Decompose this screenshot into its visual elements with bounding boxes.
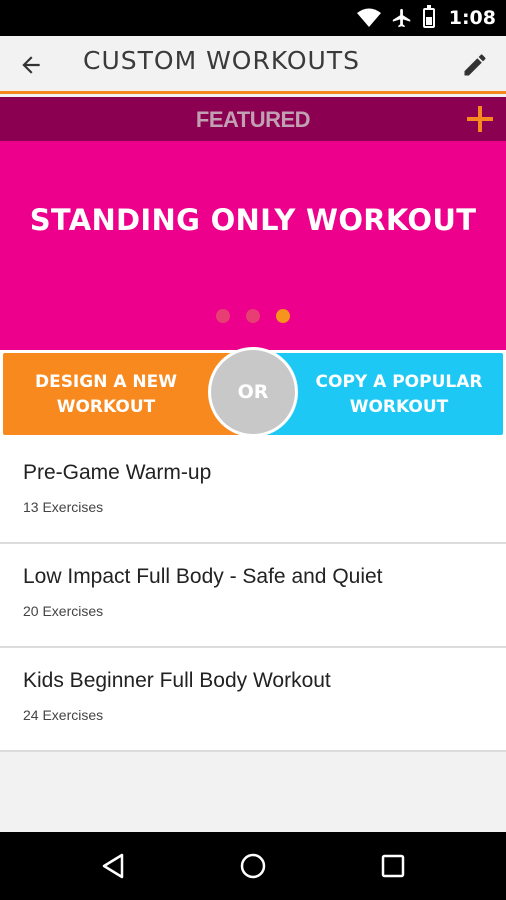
workout-name: Pre-Game Warm-up (23, 461, 212, 484)
list-item[interactable]: Kids Beginner Full Body Workout 24 Exerc… (0, 648, 506, 752)
status-icons: 1:08 (356, 0, 496, 36)
nav-back-button[interactable] (93, 846, 133, 886)
workout-name: Low Impact Full Body - Safe and Quiet (23, 565, 383, 588)
airplane-icon (392, 8, 410, 28)
featured-bar: FEATURED (0, 97, 506, 141)
wifi-icon (356, 8, 381, 27)
status-time: 1:08 (448, 7, 496, 29)
arrow-left-icon (22, 56, 40, 74)
home-circle-icon (240, 853, 266, 879)
copy-button-label: COPY A POPULAR WORKOUT (315, 372, 483, 417)
toolbar: CUSTOM WORKOUTS (0, 36, 506, 94)
design-new-workout-button[interactable]: DESIGN A NEW WORKOUT (3, 353, 243, 435)
exercise-count: 20 Exercises (23, 603, 104, 619)
copy-popular-workout-button[interactable]: COPY A POPULAR WORKOUT (263, 353, 503, 435)
action-row: DESIGN A NEW WORKOUT COPY A POPULAR WORK… (0, 347, 506, 440)
exercise-count: 13 Exercises (23, 499, 104, 515)
exercise-count: 24 Exercises (23, 707, 104, 723)
carousel-dot-active[interactable] (276, 309, 290, 323)
page-title: CUSTOM WORKOUTS (83, 46, 360, 75)
add-featured-button[interactable] (460, 99, 500, 139)
carousel-indicator (0, 309, 506, 323)
plus-icon (467, 106, 493, 132)
system-nav-bar (0, 832, 506, 900)
edit-button[interactable] (458, 48, 492, 82)
banner-title: STANDING ONLY WORKOUT (29, 203, 477, 237)
recents-square-icon (381, 854, 405, 878)
battery-icon (422, 5, 435, 28)
nav-recents-button[interactable] (373, 846, 413, 886)
list-item[interactable]: Low Impact Full Body - Safe and Quiet 20… (0, 544, 506, 648)
status-bar: 1:08 (0, 0, 506, 36)
back-triangle-icon (102, 853, 124, 879)
list-item[interactable]: Pre-Game Warm-up 13 Exercises (0, 440, 506, 544)
carousel-dot[interactable] (216, 309, 230, 323)
pencil-icon (464, 54, 486, 76)
featured-label: FEATURED (195, 107, 311, 132)
workout-list: Pre-Game Warm-up 13 Exercises Low Impact… (0, 440, 506, 752)
design-button-label: DESIGN A NEW WORKOUT (34, 372, 178, 417)
featured-banner[interactable]: STANDING ONLY WORKOUT (0, 141, 506, 350)
nav-home-button[interactable] (233, 846, 273, 886)
or-divider: OR (208, 347, 298, 437)
back-button[interactable] (14, 48, 48, 82)
workout-name: Kids Beginner Full Body Workout (23, 669, 331, 692)
carousel-dot[interactable] (246, 309, 260, 323)
or-label: OR (237, 381, 269, 403)
